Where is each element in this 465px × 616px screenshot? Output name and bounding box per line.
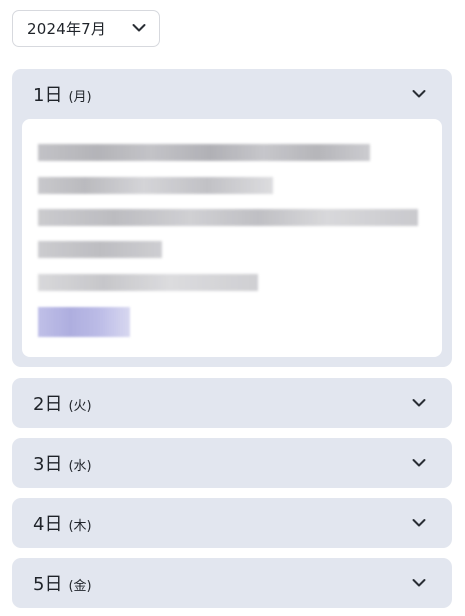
chevron-down-icon [412, 90, 426, 98]
chevron-down-icon [412, 579, 426, 587]
month-select[interactable]: 2024年7月 [12, 10, 160, 47]
day-header-5[interactable]: 5日 (金) [12, 558, 452, 608]
blurred-link[interactable] [38, 307, 130, 337]
day-accordion-1: 1日 (月) [12, 69, 452, 367]
day-number: 2日 [33, 394, 63, 415]
blurred-text-line [38, 144, 370, 161]
month-select-label: 2024年7月 [27, 20, 107, 38]
blurred-text-line [38, 209, 418, 226]
day-weekday: (木) [68, 518, 92, 534]
day-weekday: (金) [68, 578, 92, 594]
day-header-4[interactable]: 4日 (木) [12, 498, 452, 548]
day-weekday: (水) [68, 458, 92, 474]
day-header-2[interactable]: 2日 (火) [12, 378, 452, 428]
day-header-1[interactable]: 1日 (月) [12, 69, 452, 119]
chevron-down-icon [412, 519, 426, 527]
blurred-text-line [38, 241, 162, 258]
day-number: 1日 [33, 85, 63, 106]
day-content-1 [22, 119, 442, 357]
day-weekday: (火) [68, 398, 92, 414]
blurred-text-line [38, 177, 273, 194]
chevron-down-icon [412, 459, 426, 467]
day-accordion-4: 4日 (木) [12, 498, 452, 548]
day-number: 4日 [33, 514, 63, 535]
day-number: 5日 [33, 574, 63, 595]
day-weekday: (月) [68, 89, 92, 105]
chevron-down-icon [132, 24, 146, 32]
day-accordion-2: 2日 (火) [12, 378, 452, 428]
day-accordion-5: 5日 (金) [12, 558, 452, 608]
day-header-3[interactable]: 3日 (水) [12, 438, 452, 488]
day-accordion-3: 3日 (水) [12, 438, 452, 488]
blurred-text-line [38, 274, 258, 291]
day-number: 3日 [33, 454, 63, 475]
chevron-down-icon [412, 399, 426, 407]
